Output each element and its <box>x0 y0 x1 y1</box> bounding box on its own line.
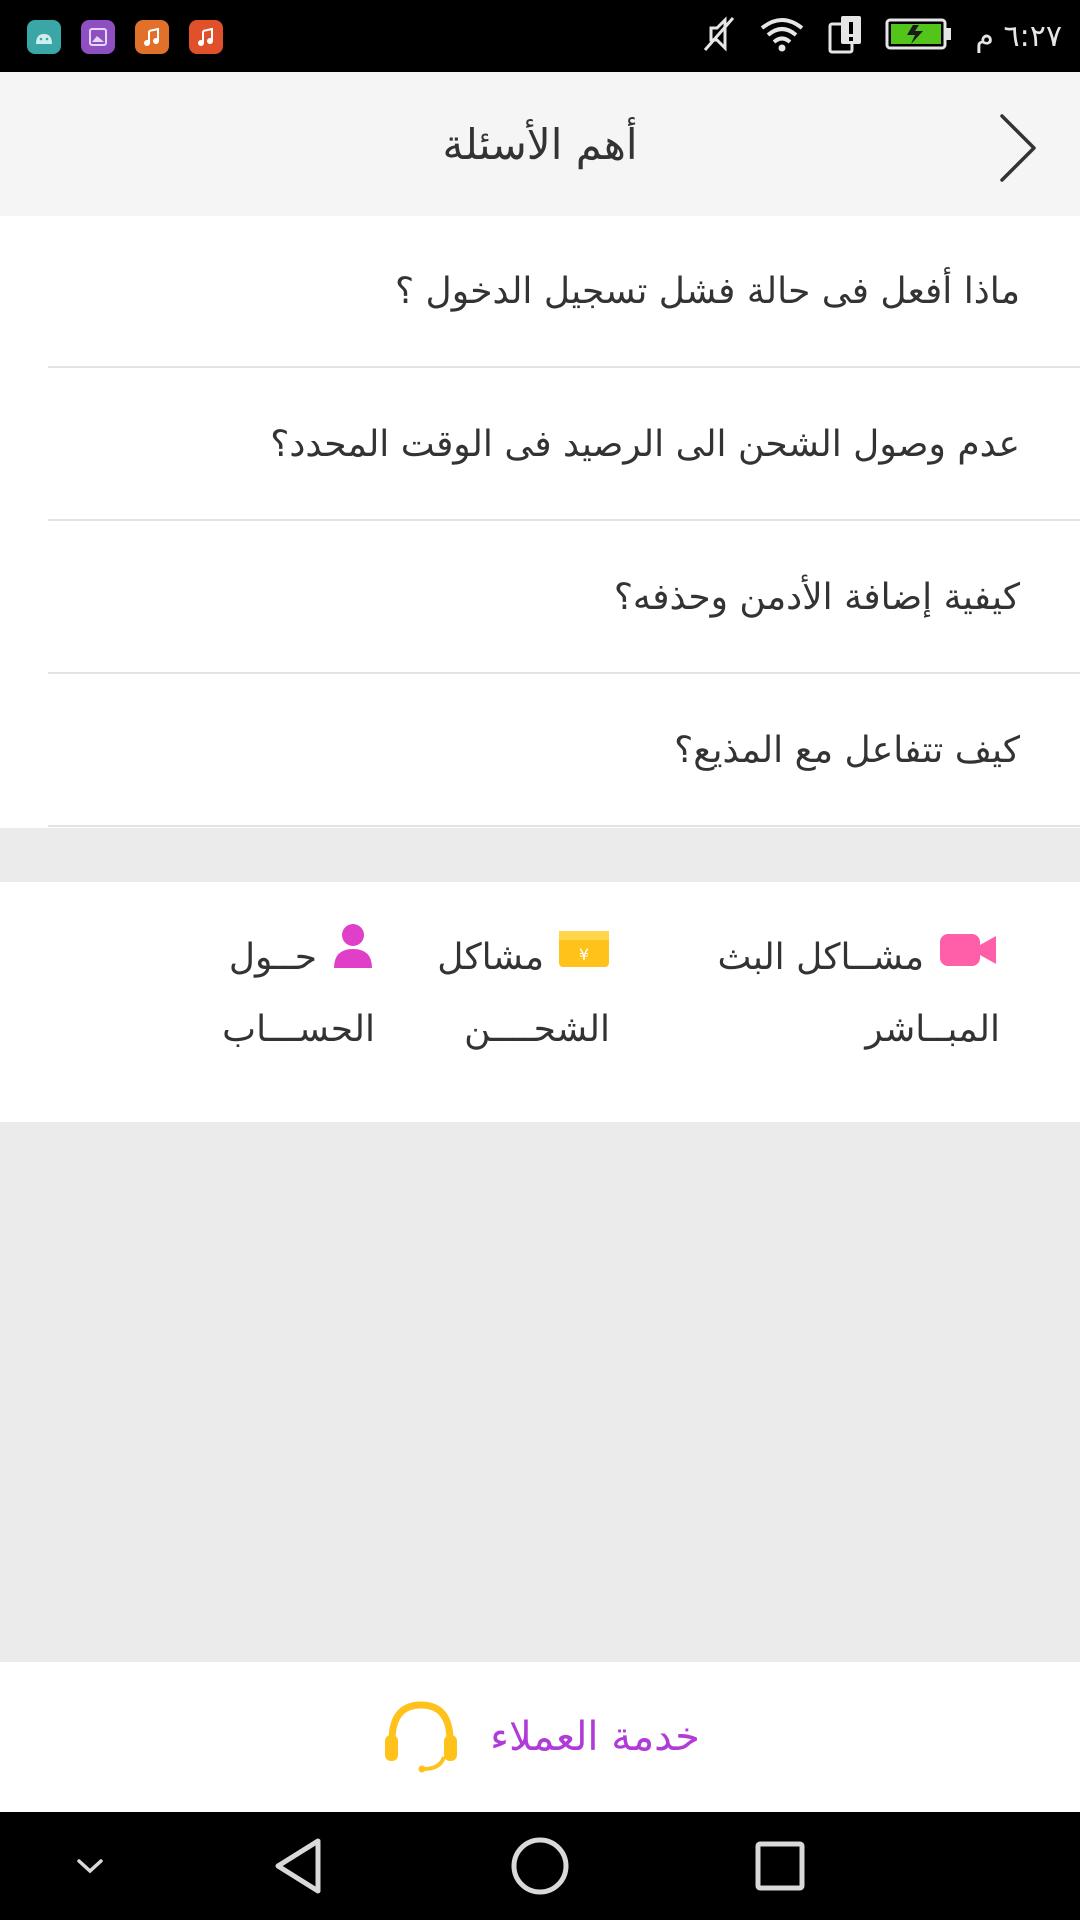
category-recharge[interactable]: ¥ مشاكل الشحــــن <box>437 922 610 1066</box>
chevron-right-icon[interactable] <box>978 108 1058 188</box>
category-label-line1: مشاكل <box>437 937 544 978</box>
wallet-yen-icon: ¥ <box>558 922 610 994</box>
status-icons: ٦:٢٧ م <box>701 0 1062 72</box>
customer-service-label: خدمة العملاء <box>490 1714 700 1760</box>
faq-list: ماذا أفعل فى حالة فشل تسجيل الدخول ؟ عدم… <box>0 216 1080 828</box>
faq-item-label: كيفية إضافة الأدمن وحذفه؟ <box>613 576 1020 618</box>
category-account[interactable]: حــول الحســـاب <box>205 922 375 1066</box>
faq-item-label: ماذا أفعل فى حالة فشل تسجيل الدخول ؟ <box>394 270 1020 312</box>
category-label-line2: المبــاشر <box>865 1009 1000 1050</box>
user-icon <box>331 922 375 995</box>
faq-item[interactable]: كيفية إضافة الأدمن وحذفه؟ <box>48 522 1080 674</box>
recents-square-icon[interactable] <box>740 1826 820 1906</box>
back-triangle-icon[interactable] <box>258 1826 338 1906</box>
gallery-icon <box>81 20 115 54</box>
customer-service-button[interactable]: خدمة العملاء <box>0 1662 1080 1812</box>
music-icon <box>189 20 223 54</box>
faq-item[interactable]: كيف تتفاعل مع المذيع؟ <box>48 675 1080 827</box>
headset-icon <box>380 1697 462 1777</box>
navigation-bar <box>0 1812 1080 1920</box>
home-circle-icon[interactable] <box>500 1826 580 1906</box>
category-label-line1: حــول <box>228 937 317 978</box>
faq-item[interactable]: عدم وصول الشحن الى الرصيد فى الوقت المحد… <box>48 369 1080 521</box>
chevron-down-icon[interactable] <box>50 1826 130 1906</box>
music-icon <box>135 20 169 54</box>
faq-item[interactable]: ماذا أفعل فى حالة فشل تسجيل الدخول ؟ <box>48 216 1080 368</box>
status-time: ٦:٢٧ م <box>975 18 1062 54</box>
android-icon <box>27 20 61 54</box>
faq-item-label: عدم وصول الشحن الى الرصيد فى الوقت المحد… <box>270 423 1020 465</box>
status-bar: ٦:٢٧ م <box>0 0 1080 72</box>
category-label-line1: مشــاكل البث <box>717 937 925 978</box>
faq-item-label: كيف تتفاعل مع المذيع؟ <box>674 729 1020 771</box>
page-title: أهم الأسئلة <box>442 119 638 169</box>
wifi-icon <box>759 16 805 56</box>
category-label-line2: الشحــــن <box>464 1009 610 1050</box>
battery-charging-icon <box>885 17 953 55</box>
category-live-streaming[interactable]: مشــاكل البث المبــاشر <box>710 922 1000 1066</box>
category-label-line2: الحســـاب <box>222 1009 375 1050</box>
svg-text:¥: ¥ <box>579 945 589 964</box>
sim-icon <box>827 14 863 58</box>
mute-icon <box>701 14 737 58</box>
header: أهم الأسئلة <box>0 72 1080 216</box>
video-camera-icon <box>938 922 1000 994</box>
screen: ٦:٢٧ م أهم الأسئلة ماذا أفعل فى حالة فشل… <box>0 0 1080 1920</box>
category-grid: مشــاكل البث المبــاشر ¥ مشاكل الشحــــن… <box>0 882 1080 1122</box>
